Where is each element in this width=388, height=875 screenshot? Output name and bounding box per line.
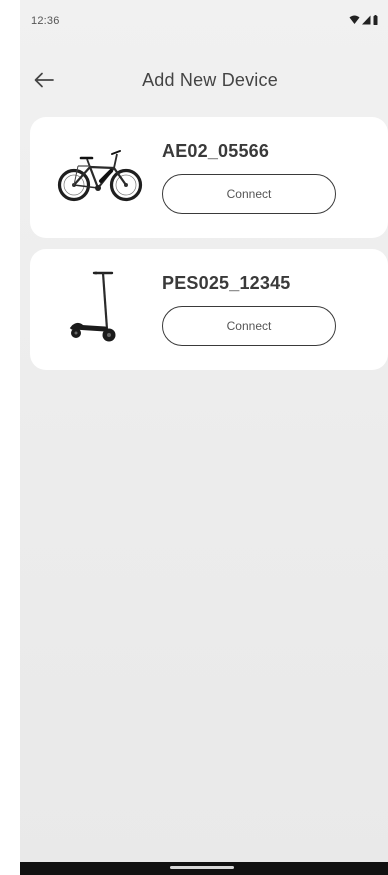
phone-screen: 12:36 Add New Device AE02_05566 Connect … (20, 0, 388, 875)
wifi-icon (349, 15, 360, 24)
bicycle-image (50, 137, 150, 217)
connect-button[interactable]: Connect (162, 174, 336, 214)
status-icons (349, 14, 378, 26)
home-indicator[interactable] (170, 866, 234, 869)
kick-scooter-image (50, 269, 150, 349)
device-card: PES025_12345 Connect (30, 249, 388, 370)
device-name: AE02_05566 (162, 141, 270, 161)
battery-icon (373, 15, 378, 25)
connect-button[interactable]: Connect (162, 306, 336, 346)
status-time: 12:36 (31, 15, 60, 27)
signal-icon (362, 15, 371, 25)
app-header: Add New Device (20, 58, 388, 102)
status-bar: 12:36 (20, 0, 388, 40)
page-title: Add New Device (142, 70, 278, 90)
device-card: AE02_05566 Connect (30, 117, 388, 238)
navigation-bar (20, 862, 388, 875)
device-name: PES025_12345 (162, 273, 291, 293)
